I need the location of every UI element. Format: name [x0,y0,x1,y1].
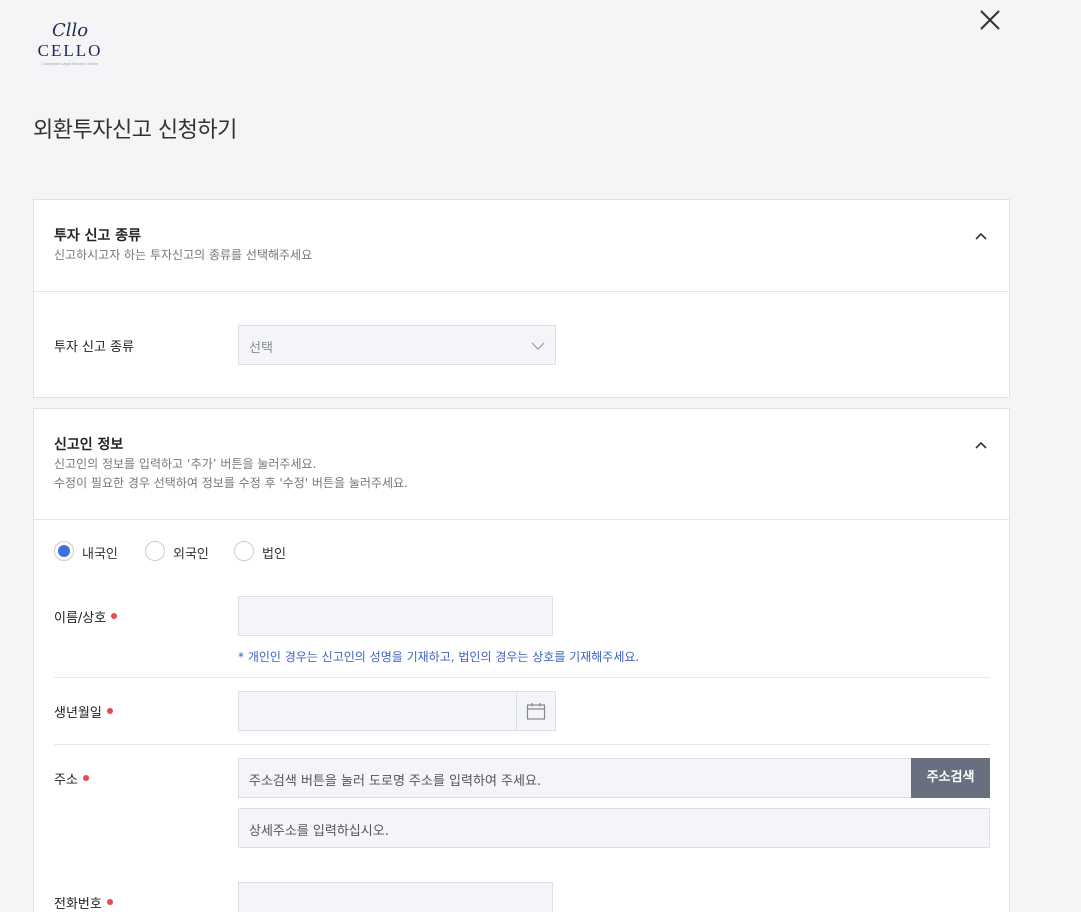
birth-label-text: 생년월일 [54,706,102,721]
reporter-info-section: 신고인 정보 신고인의 정보를 입력하고 ‘추가’ 버튼을 눌러주세요. 수정이… [33,408,1010,912]
radio-circle [145,541,165,561]
row-divider [54,744,990,745]
phone-input[interactable] [238,882,553,912]
reporter-info-header: 신고인 정보 신고인의 정보를 입력하고 ‘추가’ 버튼을 눌러주세요. 수정이… [34,409,1009,520]
section-subtitle-2: 수정이 필요한 경우 선택하여 정보를 수정 후 '수정' 버튼을 눌러주세요. [54,476,408,490]
address-placeholder: 주소검색 버튼을 눌러 도로명 주소를 입력하여 주세요. [249,774,542,789]
close-icon [980,10,1000,30]
report-type-section: 투자 신고 종류 신고하시고자 하는 투자신고의 종류를 선택해주세요 투자 신… [33,199,1010,398]
row-divider [54,677,990,678]
radio-label: 내국인 [82,547,118,562]
chevron-down-icon [531,342,545,350]
calendar-separator [516,692,517,730]
address-label-text: 주소 [54,773,78,788]
section-subtitle-1: 신고인의 정보를 입력하고 ‘추가’ 버튼을 눌러주세요. [54,457,317,471]
select-value: 선택 [249,341,273,356]
section-title: 투자 신고 종류 [54,228,142,244]
required-dot [82,775,89,781]
close-button[interactable] [977,7,1003,33]
radio-circle [234,541,254,561]
page-title: 외환투자신고 신청하기 [33,118,237,143]
report-type-label: 투자 신고 종류 [54,340,135,355]
report-type-body: 투자 신고 종류 선택 [34,292,1009,398]
name-input[interactable] [238,596,553,636]
chevron-up-icon [975,441,987,449]
birth-date-input[interactable] [238,691,556,731]
collapse-button[interactable] [973,437,989,453]
radio-label: 법인 [262,547,286,562]
required-dot [111,613,118,619]
address-search-button[interactable]: 주소검색 [911,758,990,798]
chevron-up-icon [975,232,987,240]
radio-label: 외국인 [173,547,209,562]
address-input[interactable]: 주소검색 버튼을 눌러 도로명 주소를 입력하여 주세요. [238,758,912,798]
phone-label: 전화번호 [54,893,113,912]
radio-circle [54,541,74,561]
required-dot [106,708,113,714]
address-detail-placeholder: 상세주소를 입력하십시오. [249,824,389,839]
name-hint: * 개인인 경우는 신고인의 성명을 기재하고, 법인의 경우는 상호를 기재해… [238,650,640,664]
address-label: 주소 [54,769,89,788]
report-type-select[interactable]: 선택 [238,325,556,365]
logo-script: Cllo [51,20,89,41]
section-subtitle: 신고하시고자 하는 투자신고의 종류를 선택해주세요 [54,248,313,262]
logo-wordmark: CELLO [37,41,103,60]
address-detail-input[interactable]: 상세주소를 입력하십시오. [238,808,990,848]
name-label: 이름/상호 [54,607,118,626]
report-type-header: 투자 신고 종류 신고하시고자 하는 투자신고의 종류를 선택해주세요 [34,200,1009,292]
cello-logo: Cllo CELLO Corporate Legal Service Onlin… [34,20,106,80]
name-label-text: 이름/상호 [54,611,107,626]
required-dot [106,899,113,905]
logo-tagline: Corporate Legal Service Online [42,61,98,66]
collapse-button[interactable] [973,228,989,244]
calendar-icon[interactable] [526,702,546,720]
section-title: 신고인 정보 [54,437,124,453]
phone-label-text: 전화번호 [54,897,102,912]
birth-label: 생년월일 [54,702,113,721]
